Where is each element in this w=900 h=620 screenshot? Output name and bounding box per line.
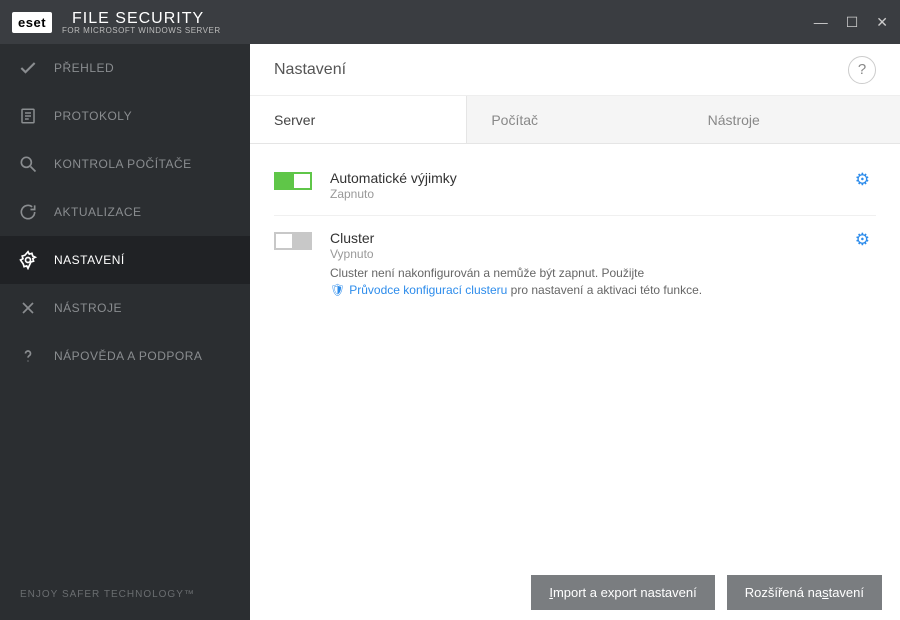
setting-status: Zapnuto bbox=[330, 187, 849, 201]
sidebar-item-settings[interactable]: NASTAVENÍ bbox=[0, 236, 250, 284]
setting-status: Vypnuto bbox=[330, 247, 849, 261]
brand-title-group: FILE SECURITY FOR MICROSOFT WINDOWS SERV… bbox=[62, 10, 221, 35]
maximize-icon[interactable]: ☐ bbox=[846, 14, 859, 31]
sidebar-item-update[interactable]: AKTUALIZACE bbox=[0, 188, 250, 236]
sidebar-item-logs[interactable]: PROTOKOLY bbox=[0, 92, 250, 140]
close-icon[interactable]: ✕ bbox=[876, 14, 888, 31]
tab-computer[interactable]: Počítač bbox=[467, 96, 683, 143]
tabs: Server Počítač Nástroje bbox=[250, 96, 900, 144]
setting-description: Cluster není nakonfigurován a nemůže být… bbox=[330, 265, 849, 299]
sidebar-item-label: NÁSTROJE bbox=[54, 301, 122, 315]
cluster-wizard-link[interactable]: Průvodce konfigurací clusteru bbox=[349, 283, 507, 297]
magnifier-icon bbox=[18, 154, 38, 174]
window-controls: — ☐ ✕ bbox=[814, 14, 888, 31]
sidebar-item-label: PROTOKOLY bbox=[54, 109, 132, 123]
sidebar: PŘEHLED PROTOKOLY KONTROLA POČÍTAČE AKTU… bbox=[0, 44, 250, 620]
sidebar-item-tools[interactable]: NÁSTROJE bbox=[0, 284, 250, 332]
sidebar-footer: ENJOY SAFER TECHNOLOGY™ bbox=[0, 569, 250, 620]
content-panel: Nastavení ? Server Počítač Nástroje Auto… bbox=[250, 44, 900, 620]
setting-title: Automatické výjimky bbox=[330, 170, 849, 186]
gear-icon[interactable]: ⚙ bbox=[849, 170, 876, 201]
check-icon bbox=[18, 58, 38, 78]
setting-title: Cluster bbox=[330, 230, 849, 246]
tab-server[interactable]: Server bbox=[250, 96, 467, 143]
tab-label: Nástroje bbox=[708, 112, 760, 128]
sidebar-item-help[interactable]: NÁPOVĚDA A PODPORA bbox=[0, 332, 250, 380]
sidebar-item-label: NASTAVENÍ bbox=[54, 253, 125, 267]
advanced-settings-button[interactable]: Rozšířená nastavení bbox=[727, 575, 882, 610]
toggle-auto-exclusions[interactable] bbox=[274, 172, 312, 190]
setting-cluster: Cluster Vypnuto Cluster není nakonfiguro… bbox=[274, 216, 876, 313]
toggle-cluster[interactable] bbox=[274, 232, 312, 250]
setting-text: Automatické výjimky Zapnuto bbox=[330, 170, 849, 201]
refresh-icon bbox=[18, 202, 38, 222]
page-title: Nastavení bbox=[274, 61, 346, 79]
sidebar-item-scan[interactable]: KONTROLA POČÍTAČE bbox=[0, 140, 250, 188]
document-icon bbox=[18, 106, 38, 126]
page-header: Nastavení ? bbox=[250, 44, 900, 96]
tab-label: Počítač bbox=[491, 112, 538, 128]
brand-logo: eset bbox=[12, 12, 52, 33]
sidebar-item-label: AKTUALIZACE bbox=[54, 205, 142, 219]
app-subtitle: FOR MICROSOFT WINDOWS SERVER bbox=[62, 26, 221, 35]
sidebar-item-overview[interactable]: PŘEHLED bbox=[0, 44, 250, 92]
sidebar-item-label: NÁPOVĚDA A PODPORA bbox=[54, 349, 202, 363]
tab-tools[interactable]: Nástroje bbox=[684, 96, 900, 143]
footer-bar: Import a export nastavení Rozšířená nast… bbox=[250, 564, 900, 620]
desc-text: pro nastavení a aktivaci této funkce. bbox=[511, 283, 702, 297]
titlebar: eset FILE SECURITY FOR MICROSOFT WINDOWS… bbox=[0, 0, 900, 44]
desc-text: Cluster není nakonfigurován a nemůže být… bbox=[330, 266, 644, 280]
question-icon bbox=[18, 346, 38, 366]
gear-icon bbox=[18, 250, 38, 270]
shield-icon: 🛡 bbox=[330, 283, 345, 297]
import-export-button[interactable]: Import a export nastavení bbox=[531, 575, 714, 610]
setting-auto-exclusions: Automatické výjimky Zapnuto ⚙ bbox=[274, 156, 876, 216]
help-button[interactable]: ? bbox=[848, 56, 876, 84]
gear-icon[interactable]: ⚙ bbox=[849, 230, 876, 299]
sidebar-item-label: PŘEHLED bbox=[54, 61, 114, 75]
setting-text: Cluster Vypnuto Cluster není nakonfiguro… bbox=[330, 230, 849, 299]
settings-body: Automatické výjimky Zapnuto ⚙ Cluster Vy… bbox=[250, 144, 900, 564]
tools-icon bbox=[18, 298, 38, 318]
sidebar-item-label: KONTROLA POČÍTAČE bbox=[54, 157, 192, 171]
tab-label: Server bbox=[274, 112, 315, 128]
minimize-icon[interactable]: — bbox=[814, 14, 828, 31]
